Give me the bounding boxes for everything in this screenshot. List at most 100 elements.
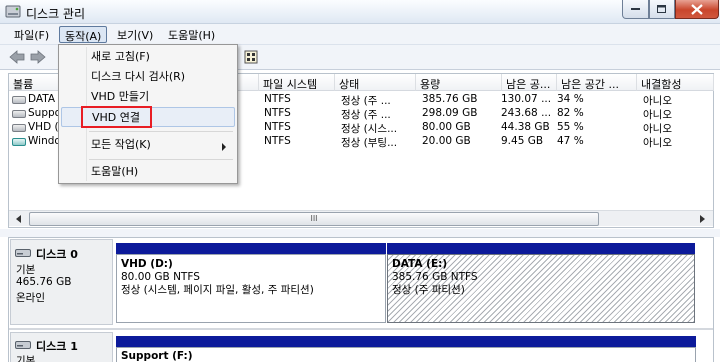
disk-icon [15, 248, 31, 261]
cell-volume: Suppo [28, 107, 62, 119]
partition-e-status: 정상 (주 파티션) [392, 284, 465, 296]
cell-free-percent: 82 % [557, 107, 584, 119]
cell-free: 130.07 ... [501, 93, 552, 105]
cell-fault-tolerance: 아니오 [643, 109, 672, 121]
close-icon [691, 3, 703, 15]
cell-fault-tolerance: 아니오 [643, 137, 672, 149]
cell-capacity: 80.00 GB [422, 121, 471, 133]
forward-button[interactable] [30, 50, 46, 67]
partition-e-size: 385.76 GB NTFS [392, 271, 478, 283]
highlight-box [81, 106, 152, 128]
cell-volume: DATA [28, 93, 56, 105]
menu-separator [89, 131, 233, 132]
column-header-fault-tolerance[interactable]: 내결함성 [637, 74, 714, 91]
disk-0-state: 온라인 [16, 292, 45, 304]
scrollbar-thumb[interactable]: III [29, 212, 599, 226]
disk-0-label[interactable]: 디스크 0 기본 465.76 GB 온라인 [10, 239, 113, 325]
cell-capacity: 298.09 GB [422, 107, 478, 119]
cell-filesystem: NTFS [264, 135, 291, 147]
disk-graphic-view: 디스크 0 기본 465.76 GB 온라인 VHD (D:) 80.00 GB… [8, 237, 714, 362]
menu-item-rescan-disks[interactable]: 디스크 다시 검사(R) [61, 67, 235, 87]
minimize-icon [630, 8, 640, 10]
volume-icon [12, 96, 26, 104]
cell-status: 정상 (시스... [341, 123, 398, 135]
toolbar-properties-button[interactable] [244, 50, 258, 67]
cell-fault-tolerance: 아니오 [643, 123, 672, 135]
cell-capacity: 20.00 GB [422, 135, 471, 147]
cell-volume: Windo [28, 135, 61, 147]
column-header-free[interactable]: 남은 공... [502, 74, 557, 91]
pane-splitter[interactable] [0, 229, 720, 237]
close-button[interactable] [675, 0, 719, 19]
partition-d[interactable]: VHD (D:) 80.00 GB NTFS 정상 (시스템, 페이지 파일, … [116, 243, 386, 327]
column-header-capacity[interactable]: 용량 [416, 74, 502, 91]
menu-item-help[interactable]: 도움말(H) [61, 162, 235, 182]
scroll-right-icon [700, 215, 705, 223]
partition-d-title: VHD (D:) [121, 258, 173, 270]
partition-e-title: DATA (E:) [392, 258, 448, 270]
cell-free-percent: 34 % [557, 93, 584, 105]
partition-e[interactable]: DATA (E:) 385.76 GB NTFS 정상 (주 파티션) [387, 243, 695, 327]
partition-body: VHD (D:) 80.00 GB NTFS 정상 (시스템, 페이지 파일, … [116, 254, 386, 323]
menu-file[interactable]: 파일(F) [9, 26, 54, 43]
cell-volume: VHD ( [28, 121, 59, 133]
cell-status: 정상 (부팅... [341, 137, 398, 149]
back-button[interactable] [9, 50, 25, 67]
column-header-free-percent[interactable]: 남은 공간 ... [557, 74, 637, 91]
maximize-button[interactable] [649, 0, 675, 19]
cell-free-percent: 55 % [557, 121, 584, 133]
column-header-status[interactable]: 상태 [335, 74, 416, 91]
disk-1-name: 디스크 1 [36, 340, 78, 353]
menu-item-all-tasks[interactable]: 모든 작업(K) [61, 135, 235, 155]
forward-arrow-icon [30, 50, 46, 64]
cell-capacity: 385.76 GB [422, 93, 478, 105]
partition-f[interactable]: Support (F:) [116, 336, 696, 362]
menu-separator [89, 159, 233, 160]
disk-management-icon [5, 4, 21, 19]
menu-item-create-vhd[interactable]: VHD 만들기 [61, 87, 235, 107]
back-arrow-icon [9, 50, 25, 64]
column-header-filesystem[interactable]: 파일 시스템 [259, 74, 335, 91]
disk-0-name: 디스크 0 [36, 248, 78, 261]
scroll-right-button[interactable] [695, 212, 711, 226]
minimize-button[interactable] [622, 0, 649, 19]
menu-view[interactable]: 보기(V) [112, 26, 158, 43]
partition-header-bar [387, 243, 695, 254]
cell-filesystem: NTFS [264, 121, 291, 133]
cell-free-percent: 47 % [557, 135, 584, 147]
disk-1-type: 기본 [16, 355, 36, 362]
window-title: 디스크 관리 [26, 7, 86, 21]
volume-icon [12, 124, 26, 132]
menu-item-refresh[interactable]: 새로 고침(F) [61, 47, 235, 67]
partition-d-size: 80.00 GB NTFS [121, 271, 200, 283]
menu-help[interactable]: 도움말(H) [163, 26, 220, 43]
submenu-arrow-icon [222, 141, 227, 154]
cell-free: 44.38 GB [501, 121, 550, 133]
partition-header-bar [116, 243, 386, 254]
cell-status: 정상 (주 ... [341, 109, 391, 121]
disk-0-type: 기본 [16, 264, 36, 276]
menu-action[interactable]: 동작(A) [59, 26, 108, 43]
cell-fault-tolerance: 아니오 [643, 95, 672, 107]
properties-icon [244, 50, 258, 64]
maximize-icon [657, 4, 666, 13]
volume-icon [12, 110, 26, 118]
disk-1-label[interactable]: 디스크 1 기본 [10, 332, 113, 362]
scroll-left-icon [16, 215, 21, 223]
windows-volume-icon [12, 138, 26, 146]
cell-free: 243.68 ... [501, 107, 552, 119]
disk-0-size: 465.76 GB [16, 276, 72, 288]
partition-f-title: Support (F:) [121, 350, 193, 362]
disk-icon [15, 340, 31, 353]
cell-status: 정상 (주 ... [341, 95, 391, 107]
horizontal-scrollbar[interactable]: III [9, 210, 713, 226]
cell-filesystem: NTFS [264, 107, 291, 119]
disk-divider [9, 328, 713, 330]
partition-header-bar [116, 336, 696, 347]
cell-free: 9.45 GB [501, 135, 544, 147]
title-bar: 디스크 관리 [0, 0, 720, 24]
scroll-left-button[interactable] [11, 212, 27, 226]
menu-bar: 파일(F) 동작(A) 보기(V) 도움말(H) [0, 24, 720, 45]
partition-d-status: 정상 (시스템, 페이지 파일, 활성, 주 파티션) [121, 284, 314, 296]
partition-body: Support (F:) [116, 347, 696, 362]
